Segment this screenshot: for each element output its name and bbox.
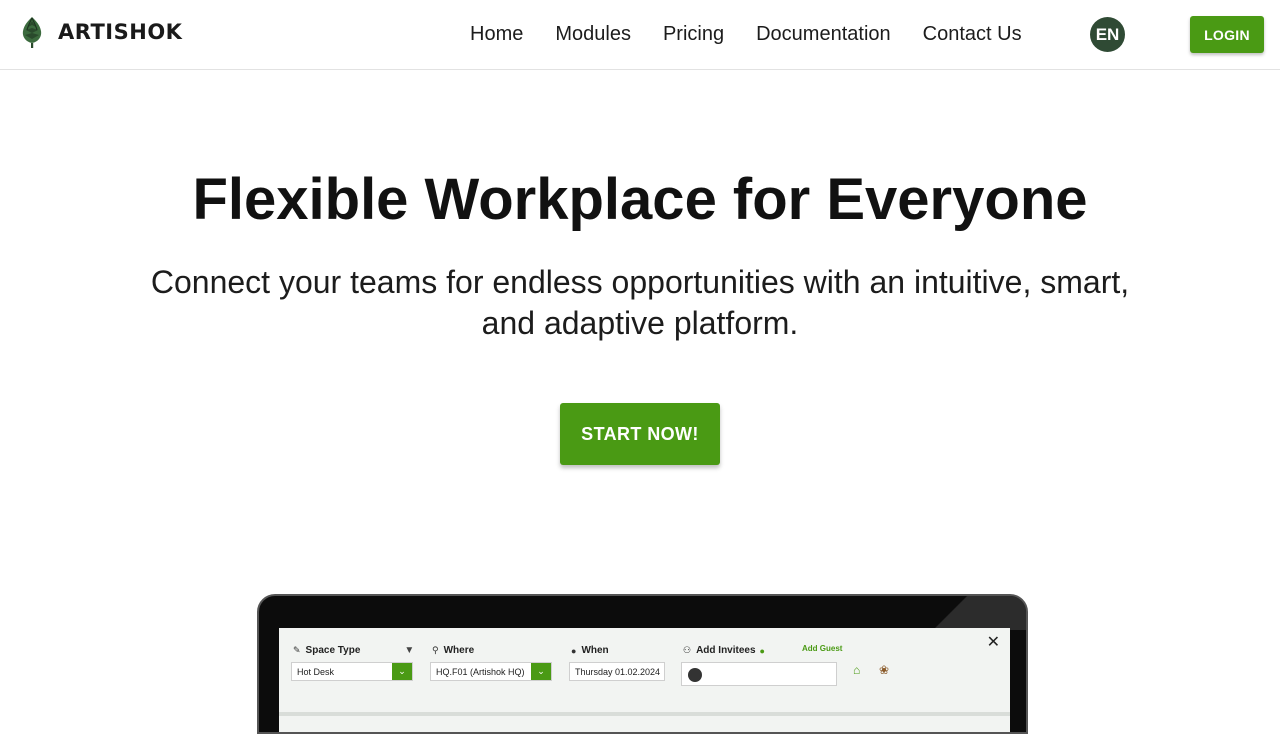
hero-subtitle: Connect your teams for endless opportuni… — [100, 262, 1180, 344]
where-select[interactable]: HQ.F01 (Artishok HQ) ⌄ — [430, 662, 552, 681]
nav-modules[interactable]: Modules — [539, 23, 647, 46]
seat-icon[interactable]: ⌂ — [853, 663, 860, 677]
chevron-down-icon[interactable]: ⌄ — [392, 663, 412, 680]
when-value: Thursday 01.02.2024 — [575, 666, 661, 677]
space-type-label: ✎ Space Type ▼ — [293, 645, 414, 656]
add-guest-link[interactable]: Add Guest — [802, 644, 842, 653]
people-icon: ⚇ — [683, 645, 692, 655]
laptop-screen: ✕ ✎ Space Type ▼ Hot Desk ⌄ ⚲ Where HQ.F… — [279, 628, 1010, 732]
where-label: ⚲ Where — [432, 645, 474, 656]
when-label-text: When — [581, 645, 609, 656]
add-user-icon[interactable]: ● — [760, 646, 765, 656]
main-nav: Home Modules Pricing Documentation Conta… — [454, 0, 1038, 68]
language-switcher[interactable]: EN — [1090, 17, 1125, 52]
chevron-down-icon[interactable]: ⌄ — [531, 663, 551, 680]
invitees-input[interactable] — [681, 662, 837, 686]
screen-divider — [279, 712, 1010, 716]
nav-pricing[interactable]: Pricing — [647, 23, 740, 46]
where-label-text: Where — [443, 645, 475, 656]
site-header: ARTISHOK Home Modules Pricing Documentat… — [0, 0, 1280, 70]
logo[interactable]: ARTISHOK — [18, 14, 182, 50]
space-type-value: Hot Desk — [297, 666, 335, 677]
invitees-label: ⚇ Add Invitees ● — [683, 645, 765, 656]
nav-home[interactable]: Home — [454, 23, 539, 46]
space-type-label-text: Space Type — [305, 645, 361, 656]
where-value: HQ.F01 (Artishok HQ) — [436, 666, 525, 677]
artichoke-logo-icon — [22, 17, 42, 48]
paw-icon[interactable]: ❀ — [879, 663, 889, 677]
login-button[interactable]: LOGIN — [1190, 16, 1264, 53]
nav-documentation[interactable]: Documentation — [740, 23, 907, 46]
hero-subtitle-line-1: Connect your teams for endless opportuni… — [150, 264, 1130, 300]
filter-icon[interactable]: ▼ — [404, 645, 414, 656]
close-icon[interactable]: ✕ — [987, 632, 1000, 652]
hero-subtitle-line-2: and adaptive platform. — [481, 305, 799, 341]
start-now-button[interactable]: START NOW! — [560, 403, 720, 465]
laptop-glare — [916, 596, 1026, 630]
laptop-mockup: ✕ ✎ Space Type ▼ Hot Desk ⌄ ⚲ Where HQ.F… — [257, 594, 1028, 734]
space-type-select[interactable]: Hot Desk ⌄ — [291, 662, 413, 681]
clock-icon: ● — [571, 645, 577, 656]
location-icon: ⚲ — [432, 645, 439, 655]
when-label: ● When — [571, 645, 609, 656]
hero-title: Flexible Workplace for Everyone — [192, 167, 1088, 232]
avatar — [688, 668, 702, 682]
nav-contact-us[interactable]: Contact Us — [907, 23, 1038, 46]
logo-text: ARTISHOK — [58, 20, 183, 44]
invitees-label-text: Add Invitees — [696, 645, 756, 656]
leaf-icon: ✎ — [293, 645, 301, 655]
when-date-input[interactable]: Thursday 01.02.2024 — [569, 662, 665, 681]
